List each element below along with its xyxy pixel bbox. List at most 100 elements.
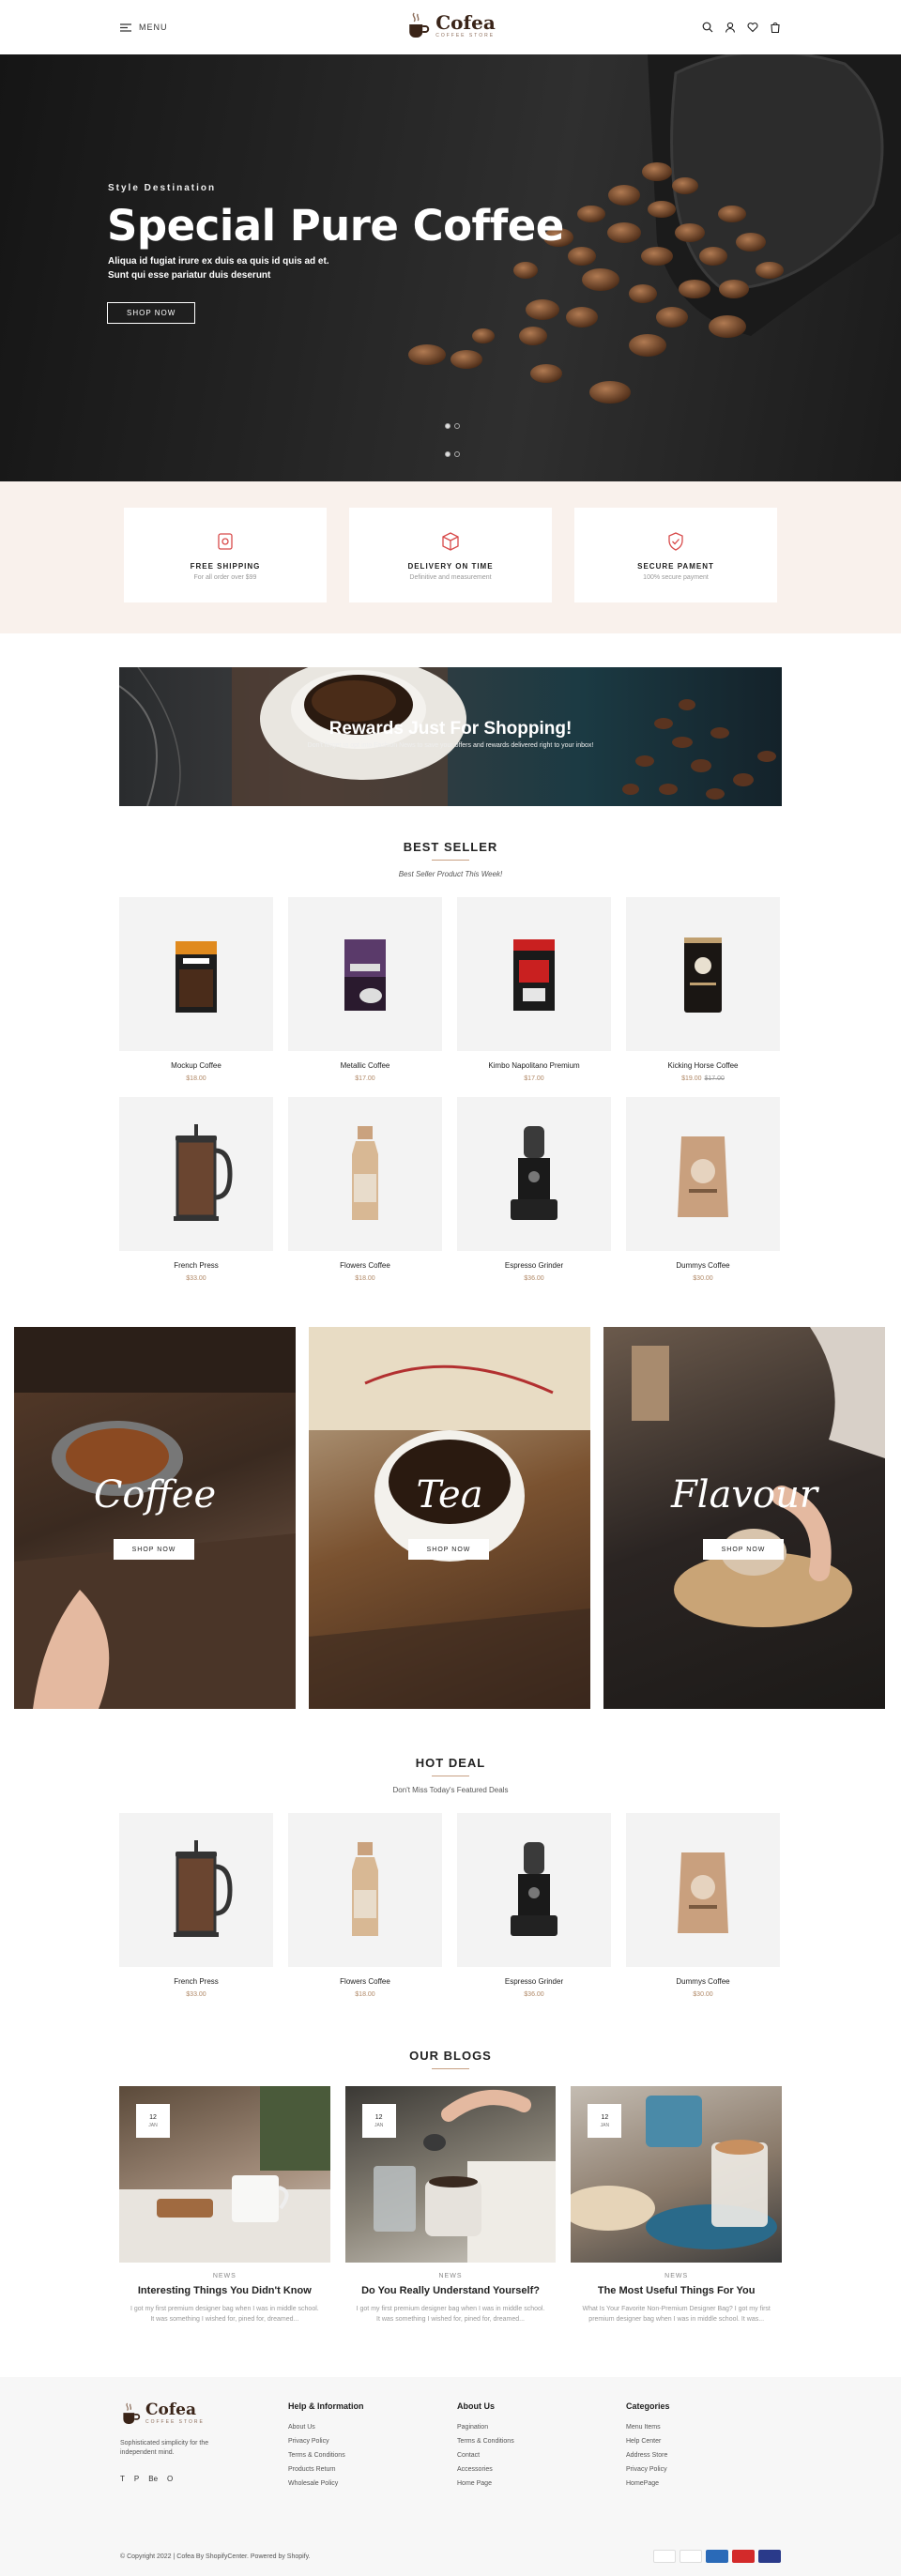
slider-dot[interactable] bbox=[445, 423, 450, 429]
product-name[interactable]: Metallic Coffee bbox=[288, 1061, 442, 1070]
product-card[interactable]: Espresso Grinder $36.00 bbox=[457, 1097, 611, 1282]
footer-logo[interactable]: Cofea COFFEE STORE bbox=[120, 2401, 233, 2426]
hot-deal-section: HOT DEAL Don't Miss Today's Featured Dea… bbox=[0, 1756, 901, 1998]
slider-dot[interactable] bbox=[454, 451, 460, 457]
blog-day: 12 bbox=[601, 2113, 609, 2121]
product-image[interactable] bbox=[626, 1813, 780, 1967]
footer-link[interactable]: Address Store bbox=[626, 2452, 670, 2459]
product-image[interactable] bbox=[119, 1813, 273, 1967]
footer-link[interactable]: Terms & Conditions bbox=[288, 2452, 364, 2459]
product-name[interactable]: French Press bbox=[119, 1261, 273, 1270]
category-coffee[interactable]: Coffee SHOP NOW bbox=[14, 1327, 296, 1709]
product-image[interactable] bbox=[288, 1097, 442, 1251]
product-card[interactable]: Metallic Coffee $17.00 bbox=[288, 897, 442, 1082]
footer-link[interactable]: Help Center bbox=[626, 2438, 670, 2445]
blog-title[interactable]: Interesting Things You Didn't Know bbox=[119, 2285, 330, 2296]
heart-icon[interactable] bbox=[747, 22, 758, 33]
blog-card[interactable]: 12 JAN NEWS Interesting Things You Didn't… bbox=[119, 2086, 330, 2324]
product-name[interactable]: Flowers Coffee bbox=[288, 1261, 442, 1270]
product-name[interactable]: Dummys Coffee bbox=[626, 1261, 780, 1270]
product-card[interactable]: Dummys Coffee $30.00 bbox=[626, 1097, 780, 1282]
product-image[interactable] bbox=[288, 1813, 442, 1967]
product-name[interactable]: French Press bbox=[119, 1977, 273, 1986]
cart-icon[interactable] bbox=[770, 22, 781, 33]
footer-link[interactable]: Home Page bbox=[457, 2480, 514, 2487]
blog-title[interactable]: The Most Useful Things For You bbox=[571, 2285, 782, 2296]
blog-card[interactable]: 12 JAN NEWS Do You Really Understand Your… bbox=[344, 2086, 557, 2324]
product-card[interactable]: French Press $33.00 bbox=[119, 1097, 273, 1282]
footer-link[interactable]: Privacy Policy bbox=[626, 2466, 670, 2473]
product-card[interactable]: Dummys Coffee $30.00 bbox=[626, 1813, 780, 1998]
search-icon[interactable] bbox=[702, 22, 713, 33]
product-name[interactable]: Dummys Coffee bbox=[626, 1977, 780, 1986]
footer-link[interactable]: Privacy Policy bbox=[288, 2438, 364, 2445]
product-card[interactable]: Flowers Coffee $18.00 bbox=[288, 1813, 442, 1998]
menu-button[interactable]: MENU bbox=[120, 23, 168, 32]
footer-link[interactable]: Contact bbox=[457, 2452, 514, 2459]
hero-shop-now-button[interactable]: SHOP NOW bbox=[107, 302, 196, 324]
blog-image[interactable]: 12 JAN bbox=[571, 2086, 783, 2263]
product-card[interactable]: Kicking Horse Coffee $19.00 $17.00 bbox=[626, 897, 780, 1082]
product-card[interactable]: Mockup Coffee $18.00 bbox=[119, 897, 273, 1082]
footer-link[interactable]: Products Return bbox=[288, 2466, 364, 2473]
blog-excerpt-line: I got my first premium designer bag when… bbox=[130, 2306, 319, 2312]
blog-image[interactable]: 12 JAN bbox=[344, 2086, 557, 2263]
product-name[interactable]: Espresso Grinder bbox=[457, 1977, 611, 1986]
footer-link[interactable]: Menu Items bbox=[626, 2424, 670, 2431]
best-seller-section: BEST SELLER Best Seller Product This Wee… bbox=[0, 840, 901, 1282]
twitter-icon[interactable]: T bbox=[120, 2475, 125, 2483]
blog-image[interactable]: 12 JAN bbox=[119, 2086, 330, 2263]
product-card[interactable]: Espresso Grinder $36.00 bbox=[457, 1813, 611, 1998]
dribbble-icon[interactable]: O bbox=[167, 2475, 173, 2483]
footer-link[interactable]: HomePage bbox=[626, 2480, 670, 2487]
product-image[interactable] bbox=[457, 897, 611, 1051]
behance-icon[interactable]: Be bbox=[148, 2475, 158, 2483]
category-flavour[interactable]: Flavour SHOP NOW bbox=[603, 1327, 885, 1709]
footer-link[interactable]: Pagination bbox=[457, 2424, 514, 2431]
visa-icon bbox=[653, 2550, 676, 2563]
blog-title[interactable]: Do You Really Understand Yourself? bbox=[345, 2285, 557, 2296]
site-logo[interactable]: Cofea COFFEE STORE bbox=[405, 11, 496, 39]
product-card[interactable]: Flowers Coffee $18.00 bbox=[288, 1097, 442, 1282]
logo-tagline: COFFEE STORE bbox=[435, 32, 496, 38]
product-name[interactable]: Mockup Coffee bbox=[119, 1061, 273, 1070]
product-image[interactable] bbox=[457, 1097, 611, 1251]
category-tea[interactable]: Tea SHOP NOW bbox=[309, 1327, 590, 1709]
product-name[interactable]: Kicking Horse Coffee bbox=[626, 1061, 780, 1070]
product-image[interactable] bbox=[288, 897, 442, 1051]
footer-link[interactable]: Wholesale Policy bbox=[288, 2480, 364, 2487]
product-image[interactable] bbox=[119, 897, 273, 1051]
price-old: $17.00 bbox=[704, 1075, 725, 1082]
user-icon[interactable] bbox=[725, 22, 736, 33]
slider-dot[interactable] bbox=[445, 451, 450, 457]
footer-column-categories: Categories Menu Items Help Center Addres… bbox=[626, 2401, 670, 2494]
category-shop-now-button[interactable]: SHOP NOW bbox=[114, 1539, 194, 1560]
site-header: MENU Cofea COFFEE STORE bbox=[0, 0, 901, 54]
product-name[interactable]: Flowers Coffee bbox=[288, 1977, 442, 1986]
product-card[interactable]: French Press $33.00 bbox=[119, 1813, 273, 1998]
product-image[interactable] bbox=[626, 1097, 780, 1251]
product-card[interactable]: Kimbo Napolitano Premium $17.00 bbox=[457, 897, 611, 1082]
product-name[interactable]: Kimbo Napolitano Premium bbox=[457, 1061, 611, 1070]
category-shop-now-button[interactable]: SHOP NOW bbox=[703, 1539, 784, 1560]
blog-tag: NEWS bbox=[664, 2273, 689, 2279]
slider-dot[interactable] bbox=[454, 423, 460, 429]
product-image[interactable] bbox=[119, 1097, 273, 1251]
feature-card: DELIVERY ON TIME Definitive and measurem… bbox=[349, 508, 552, 602]
pinterest-icon[interactable]: P bbox=[134, 2475, 139, 2483]
coffee-tin-image bbox=[684, 937, 722, 1013]
rewards-title: Rewards Just For Shopping! bbox=[328, 719, 573, 739]
footer-link[interactable]: About Us bbox=[288, 2424, 364, 2431]
french-press-image bbox=[174, 1840, 233, 1937]
price-current: $18.00 bbox=[186, 1075, 206, 1082]
product-image[interactable] bbox=[626, 897, 780, 1051]
footer-link[interactable]: Accessories bbox=[457, 2466, 514, 2473]
product-image[interactable] bbox=[457, 1813, 611, 1967]
footer-link[interactable]: Terms & Conditions bbox=[457, 2438, 514, 2445]
blog-card[interactable]: 12 JAN NEWS The Most Useful Things For Yo… bbox=[571, 2086, 783, 2324]
product-price: $17.00 bbox=[457, 1075, 611, 1082]
rewards-banner[interactable]: Rewards Just For Shopping! Don't forget … bbox=[119, 667, 782, 806]
product-name[interactable]: Espresso Grinder bbox=[457, 1261, 611, 1270]
category-shop-now-button[interactable]: SHOP NOW bbox=[408, 1539, 489, 1560]
product-price: $36.00 bbox=[524, 1991, 544, 1998]
